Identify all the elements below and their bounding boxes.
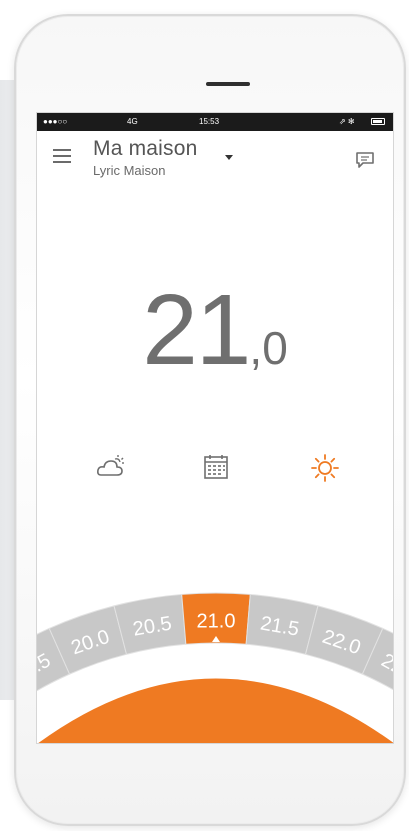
dial-orange-base [38, 678, 393, 743]
home-title[interactable]: Ma maison [93, 137, 198, 161]
calendar-icon[interactable] [202, 453, 230, 481]
temperature-integer: 21 [142, 274, 251, 386]
network-type: 4G [127, 117, 138, 126]
status-bar: ●●●○○ 4G 15:53 ⇗ ✻ [37, 113, 393, 131]
app-screen: ●●●○○ 4G 15:53 ⇗ ✻ Ma maison Lyric Maiso… [36, 112, 394, 744]
signal-strength: ●●●○○ [43, 117, 68, 126]
phone-speaker [206, 82, 250, 86]
sun-icon[interactable] [310, 453, 340, 483]
caret-down-icon[interactable] [225, 155, 233, 160]
cloud-sun-icon[interactable] [95, 453, 127, 481]
battery-icon [371, 118, 385, 125]
message-icon[interactable] [355, 151, 375, 169]
hamburger-menu-icon[interactable] [53, 149, 71, 163]
home-subtitle: Lyric Maison [93, 163, 166, 178]
temperature-decimal: ,0 [249, 322, 288, 374]
app-header: Ma maison Lyric Maison [37, 131, 393, 183]
current-temperature: 21,0 [37, 273, 393, 388]
status-indicators: ⇗ ✻ [339, 117, 355, 126]
setpoint-dial[interactable]: 19.520.0 20.5 21.0 21.5 22.022.5 [37, 583, 394, 744]
dial-value-label: 21.0 [197, 610, 236, 632]
status-time: 15:53 [199, 117, 220, 126]
